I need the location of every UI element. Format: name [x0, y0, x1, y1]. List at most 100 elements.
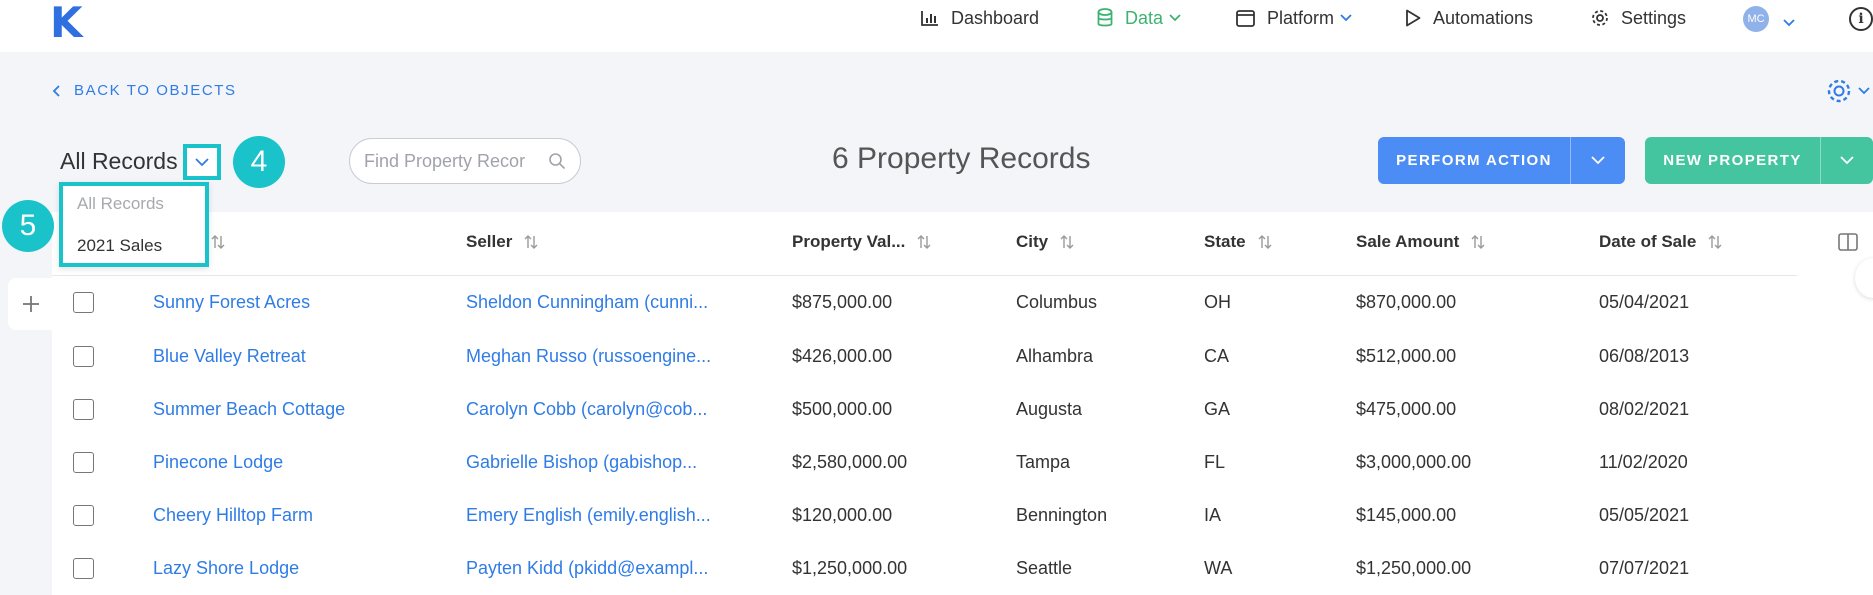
column-header[interactable]: City — [1016, 232, 1074, 252]
table-cell: $426,000.00 — [792, 346, 893, 366]
perform-action-button-group: PERFORM ACTION — [1378, 137, 1625, 184]
column-header[interactable]: Date of Sale — [1599, 232, 1722, 252]
info-icon[interactable]: i — [1849, 7, 1873, 31]
table-row[interactable]: Blue Valley Retreat Meghan Russo (russoen… — [52, 330, 1797, 383]
sort-icon[interactable] — [1471, 234, 1485, 250]
perform-action-button[interactable]: PERFORM ACTION — [1378, 137, 1570, 184]
chevron-left-icon — [52, 84, 60, 97]
table-cell: Seattle — [1016, 558, 1073, 578]
sort-icon[interactable] — [1060, 234, 1074, 250]
table-cell: 07/07/2021 — [1599, 558, 1690, 578]
table-cell: 08/02/2021 — [1599, 399, 1690, 419]
new-property-button-group: NEW PROPERTY — [1645, 137, 1873, 184]
dropdown-option-all-records[interactable]: All Records — [77, 194, 164, 214]
record-name-link[interactable]: Lazy Shore Lodge — [153, 542, 299, 595]
plus-icon — [23, 296, 39, 312]
sort-icon[interactable] — [524, 234, 538, 250]
sort-icon[interactable] — [211, 234, 225, 250]
table-cell: 06/08/2013 — [1599, 346, 1690, 366]
seller-link[interactable]: Payten Kidd (pkidd@exampl... — [466, 542, 708, 595]
table-cell: $2,580,000.00 — [792, 452, 908, 472]
view-dropdown-toggle[interactable] — [183, 144, 221, 180]
column-header-label: Date of Sale — [1599, 232, 1697, 251]
record-name-link[interactable]: Cheery Hilltop Farm — [153, 489, 313, 542]
seller-link[interactable]: Emery English (emily.english... — [466, 489, 711, 542]
window-icon — [1236, 9, 1255, 27]
chevron-down-icon[interactable] — [1783, 14, 1795, 32]
column-header[interactable]: Seller — [466, 232, 538, 252]
table-row[interactable]: Lazy Shore Lodge Payten Kidd (pkidd@examp… — [52, 542, 1797, 595]
table-cell: Bennington — [1016, 505, 1108, 525]
nav-settings-label: Settings — [1621, 7, 1687, 28]
seller-link[interactable]: Meghan Russo (russoengine... — [466, 330, 711, 383]
view-selector-label[interactable]: All Records — [60, 148, 178, 175]
column-header-label: Property Val... — [792, 232, 906, 251]
row-checkbox[interactable] — [73, 292, 94, 313]
column-header-label: Sale Amount — [1356, 232, 1460, 251]
perform-action-menu-toggle[interactable] — [1570, 137, 1625, 184]
user-avatar[interactable]: MC — [1743, 6, 1769, 32]
view-dropdown-menu: All Records 2021 Sales — [59, 182, 209, 267]
nav-settings[interactable]: Settings — [1591, 6, 1686, 30]
chevron-down-icon — [1340, 14, 1352, 22]
seller-link[interactable]: Gabrielle Bishop (gabishop... — [466, 436, 697, 489]
row-checkbox[interactable] — [73, 399, 94, 420]
column-header-label: Seller — [466, 232, 513, 251]
row-checkbox[interactable] — [73, 346, 94, 367]
row-checkbox[interactable] — [73, 452, 94, 473]
sort-icon[interactable] — [917, 234, 931, 250]
table-row[interactable]: Summer Beach Cottage Carolyn Cobb (caroly… — [52, 383, 1797, 436]
record-name-link[interactable]: Sunny Forest Acres — [153, 276, 310, 329]
sort-icon[interactable] — [1708, 234, 1722, 250]
record-name-link[interactable]: Pinecone Lodge — [153, 436, 283, 489]
gear-icon — [1591, 9, 1609, 27]
columns-toggle[interactable] — [1838, 233, 1858, 256]
play-icon — [1405, 9, 1421, 27]
seller-link[interactable]: Sheldon Cunningham (cunni... — [466, 276, 708, 329]
table-cell: 11/02/2020 — [1599, 452, 1688, 472]
table-cell: Augusta — [1016, 399, 1083, 419]
back-to-objects-link[interactable]: BACK TO OBJECTS — [52, 82, 237, 99]
table-cell: 05/05/2021 — [1599, 505, 1690, 525]
chevron-down-icon — [1840, 156, 1854, 165]
chevron-down-icon — [1169, 14, 1181, 22]
add-row-button[interactable] — [8, 278, 54, 330]
record-name-link[interactable]: Blue Valley Retreat — [153, 330, 306, 383]
database-icon — [1097, 8, 1113, 28]
new-property-button[interactable]: NEW PROPERTY — [1645, 137, 1820, 184]
nav-data[interactable]: Data — [1097, 6, 1181, 30]
dropdown-option-2021-sales[interactable]: 2021 Sales — [77, 236, 162, 256]
table-cell: Tampa — [1016, 452, 1071, 472]
nav-platform-label: Platform — [1267, 7, 1335, 28]
back-link-label: BACK TO OBJECTS — [74, 82, 237, 99]
table-cell: WA — [1204, 558, 1233, 578]
column-header-label: State — [1204, 232, 1246, 251]
table-row[interactable]: Cheery Hilltop Farm Emery English (emily.… — [52, 489, 1797, 542]
record-name-link[interactable]: Summer Beach Cottage — [153, 383, 345, 436]
table-cell: IA — [1204, 505, 1222, 525]
table-cell: CA — [1204, 346, 1230, 366]
table-cell: $875,000.00 — [792, 292, 893, 312]
top-nav-bar: K Dashboard Data Platform Automations Se… — [0, 0, 1873, 52]
table-cell: $512,000.00 — [1356, 346, 1457, 366]
columns-icon — [1838, 233, 1858, 251]
sort-icon[interactable] — [1258, 234, 1272, 250]
search-box[interactable] — [349, 138, 581, 184]
nav-automations[interactable]: Automations — [1405, 6, 1533, 30]
table-cell: $1,250,000.00 — [792, 558, 908, 578]
column-header[interactable]: Property Val... — [792, 232, 931, 252]
column-header[interactable]: State — [1204, 232, 1272, 252]
app-logo[interactable]: K — [50, 0, 83, 47]
object-settings-button[interactable] — [1826, 78, 1870, 104]
seller-link[interactable]: Carolyn Cobb (carolyn@cob... — [466, 383, 707, 436]
table-row[interactable]: Sunny Forest Acres Sheldon Cunningham (cu… — [52, 276, 1797, 329]
column-header[interactable]: Sale Amount — [1356, 232, 1485, 252]
chevron-down-icon — [1591, 156, 1605, 165]
nav-dashboard[interactable]: Dashboard — [921, 6, 1039, 30]
nav-platform[interactable]: Platform — [1236, 6, 1352, 30]
table-row[interactable]: Pinecone Lodge Gabrielle Bishop (gabishop… — [52, 436, 1797, 489]
search-input[interactable] — [364, 149, 544, 173]
row-checkbox[interactable] — [73, 505, 94, 526]
new-property-menu-toggle[interactable] — [1820, 137, 1873, 184]
row-checkbox[interactable] — [73, 558, 94, 579]
